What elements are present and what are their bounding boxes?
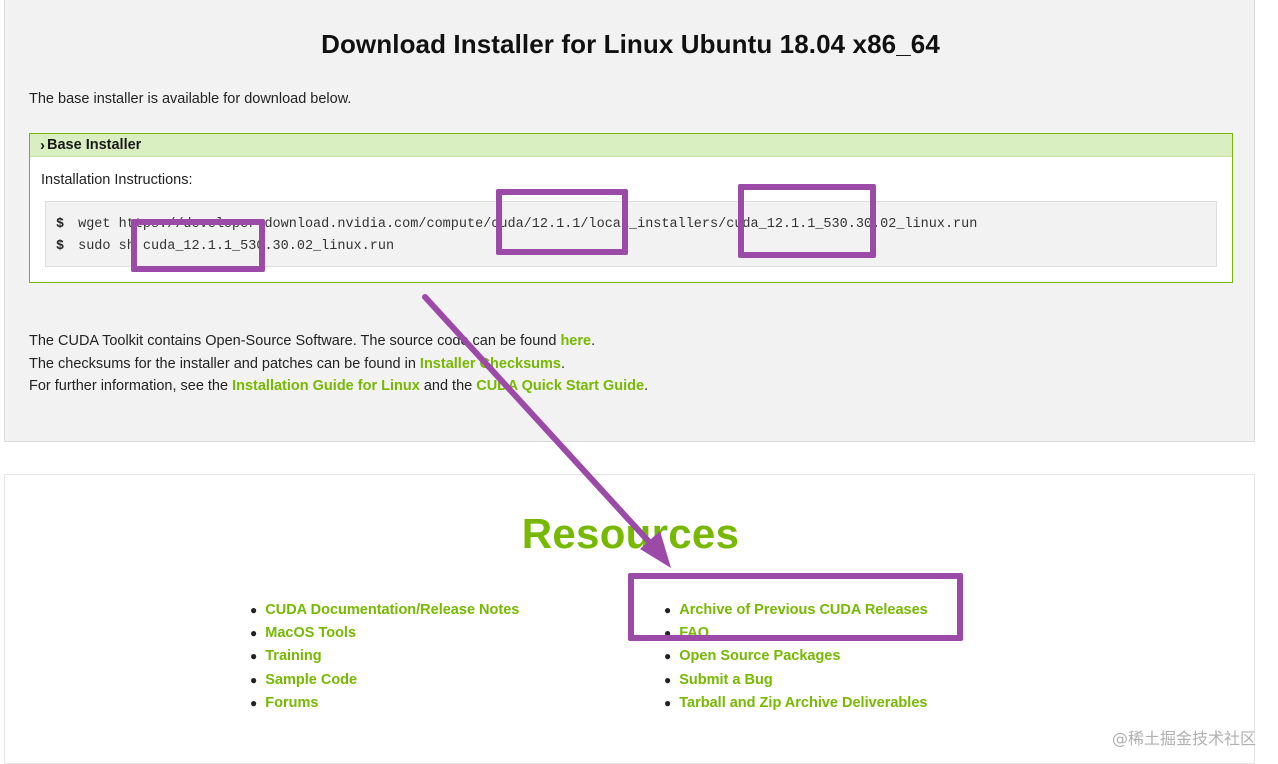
annotation-arrow (422, 294, 671, 568)
watermark: @稀土掘金技术社区 (1112, 729, 1257, 748)
arrow-shaft (422, 294, 665, 559)
